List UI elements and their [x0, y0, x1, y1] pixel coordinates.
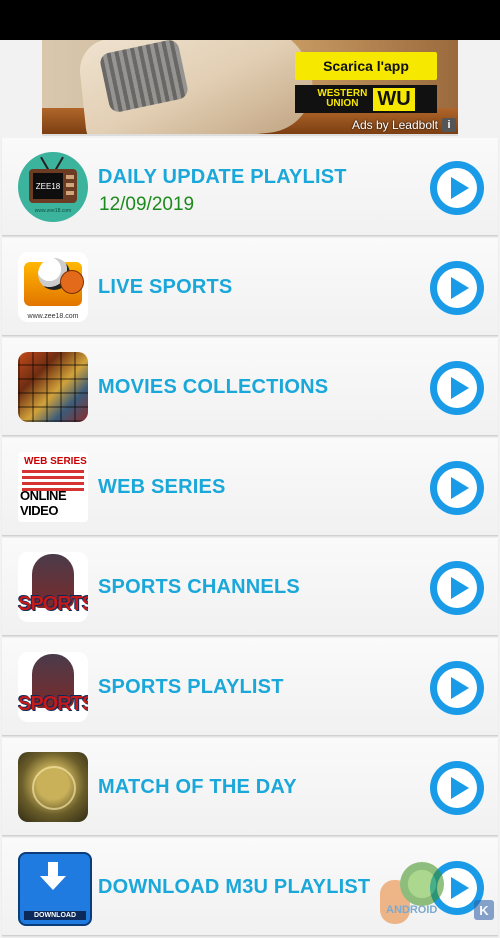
play-button[interactable]	[430, 361, 484, 415]
match-badge-icon	[18, 752, 88, 822]
play-button[interactable]	[430, 261, 484, 315]
play-icon	[450, 277, 469, 299]
play-button[interactable]	[430, 561, 484, 615]
status-bar	[0, 0, 500, 40]
play-icon	[450, 677, 469, 699]
item-title: MATCH OF THE DAY	[98, 776, 297, 798]
movie-posters-icon	[18, 352, 88, 422]
sports-logo-icon: SPORTS	[18, 652, 88, 722]
play-icon	[450, 777, 469, 799]
ad-banner[interactable]: Scarica l'app WESTERN UNION WU Ads by Le…	[42, 40, 458, 136]
thumb-bottom-text: ONLINE VIDEO	[20, 488, 67, 518]
play-icon	[450, 477, 469, 499]
ad-cta-button[interactable]: Scarica l'app	[295, 52, 437, 80]
play-icon	[450, 577, 469, 599]
web-series-icon: WEB SERIES ONLINE VIDEO	[18, 452, 88, 522]
sports-folder-icon: www.zee18.com	[18, 252, 88, 322]
android-icon	[400, 862, 444, 906]
thumb-caption: ZEE18	[33, 173, 63, 199]
ad-info-icon[interactable]: i	[442, 118, 456, 132]
watermark-logo: ANDROID K	[380, 862, 500, 932]
thumb-subcaption: www.zee18.com	[34, 208, 72, 214]
play-icon	[450, 377, 469, 399]
ad-brand-logo: WESTERN UNION WU	[295, 85, 437, 113]
thumb-word: SPORTS	[18, 693, 88, 715]
ad-brand-mark: WU	[373, 87, 415, 111]
list-item-live-sports[interactable]: www.zee18.com LIVE SPORTS	[2, 238, 498, 336]
list-item-match-of-the-day[interactable]: MATCH OF THE DAY	[2, 738, 498, 836]
item-title: MOVIES COLLECTIONS	[98, 376, 329, 398]
play-button[interactable]	[430, 761, 484, 815]
thumb-caption: www.zee18.com	[27, 313, 79, 320]
item-title: SPORTS CHANNELS	[98, 576, 300, 598]
list-item-sports-channels[interactable]: SPORTS SPORTS CHANNELS	[2, 538, 498, 636]
sports-logo-icon: SPORTS	[18, 552, 88, 622]
list-item-sports-playlist[interactable]: SPORTS SPORTS PLAYLIST	[2, 638, 498, 736]
ad-brand-text: WESTERN UNION	[317, 88, 368, 109]
thumb-word: SPORTS	[18, 593, 88, 615]
play-button[interactable]	[430, 161, 484, 215]
thumb-top-text: WEB SERIES	[24, 456, 87, 467]
item-title: DOWNLOAD M3U PLAYLIST	[98, 876, 371, 898]
item-title: SPORTS PLAYLIST	[98, 676, 284, 698]
tv-icon: ZEE18 www.zee18.com	[18, 152, 88, 222]
item-title: DAILY UPDATE PLAYLIST	[98, 166, 347, 188]
menu-list: ZEE18 www.zee18.com DAILY UPDATE PLAYLIS…	[0, 138, 500, 938]
play-button[interactable]	[430, 461, 484, 515]
ad-label: Ads by Leadbolt	[351, 118, 438, 132]
k-logo-icon: K	[474, 900, 494, 920]
play-button[interactable]	[430, 661, 484, 715]
thumb-caption: DOWNLOAD	[24, 911, 86, 920]
list-item-daily-update-playlist[interactable]: ZEE18 www.zee18.com DAILY UPDATE PLAYLIS…	[2, 138, 498, 236]
watermark-text: ANDROID	[386, 904, 438, 916]
download-icon: DOWNLOAD	[18, 852, 92, 926]
item-date: 12/09/2019	[99, 194, 195, 215]
play-icon	[450, 177, 469, 199]
item-title: WEB SERIES	[98, 476, 226, 498]
list-item-movies-collections[interactable]: MOVIES COLLECTIONS	[2, 338, 498, 436]
item-title: LIVE SPORTS	[98, 276, 233, 298]
list-item-web-series[interactable]: WEB SERIES ONLINE VIDEO WEB SERIES	[2, 438, 498, 536]
